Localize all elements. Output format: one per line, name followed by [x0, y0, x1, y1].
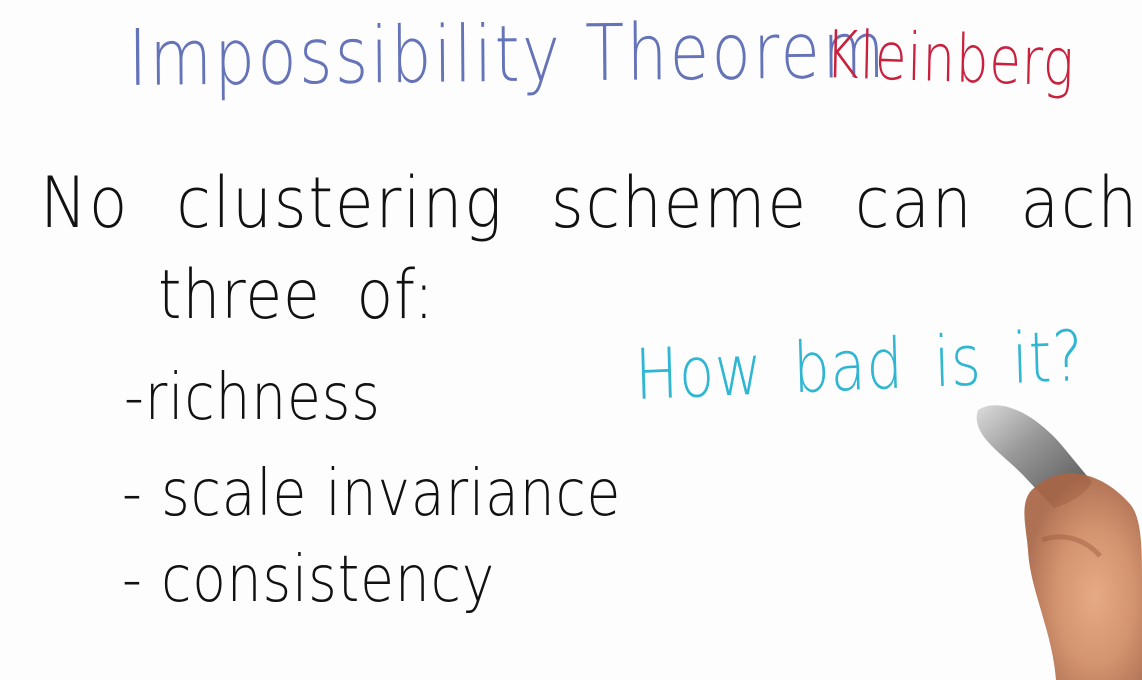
theorem-title: Impossibility Theorem	[127, 5, 888, 104]
author-name: Kleinberg	[824, 16, 1076, 102]
criterion-scale-invariance: - scale invariance	[122, 457, 622, 531]
criterion-consistency: - consistency	[122, 543, 496, 617]
hand-holding-marker-icon	[976, 405, 1142, 680]
question-text: How bad is it?	[633, 314, 1085, 416]
statement-line-2: three of:	[158, 256, 435, 335]
whiteboard: Impossibility Theorem Kleinberg No clust…	[0, 0, 1142, 680]
criterion-richness: -richness	[124, 361, 381, 435]
statement-line-1: No clustering scheme can achieve all	[40, 162, 1142, 244]
